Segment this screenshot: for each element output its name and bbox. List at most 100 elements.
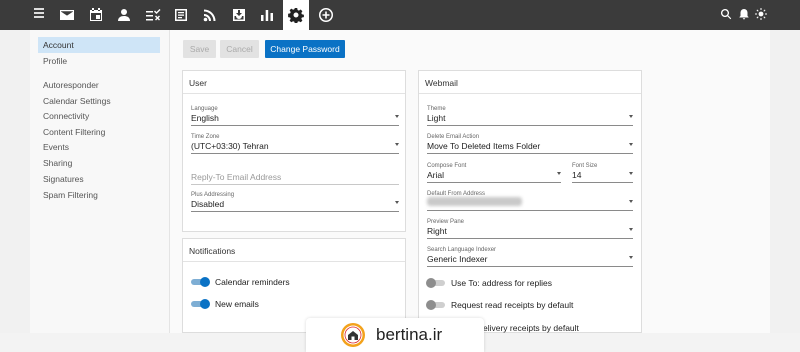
chevron-down-icon xyxy=(629,143,633,146)
reply-to-placeholder: Reply-To Email Address xyxy=(191,172,282,182)
save-button[interactable]: Save xyxy=(183,40,216,58)
brightness-icon[interactable] xyxy=(755,8,767,20)
theme-value: Light xyxy=(427,113,446,123)
search-indexer-value: Generic Indexer xyxy=(427,254,488,264)
sidebar-item-profile[interactable]: Profile xyxy=(38,53,160,69)
read-receipts-label: Request read receipts by default xyxy=(451,300,574,310)
field-underline xyxy=(427,266,633,267)
sidebar-item-content-filtering[interactable]: Content Filtering xyxy=(38,124,160,140)
language-value: English xyxy=(191,113,219,123)
sidebar-item-autoresponder[interactable]: Autoresponder xyxy=(38,77,160,93)
reports-icon[interactable] xyxy=(254,2,280,28)
language-select[interactable]: Language English xyxy=(191,106,399,128)
chevron-down-icon xyxy=(629,200,633,203)
menu-icon[interactable] xyxy=(34,8,44,18)
card-divider xyxy=(419,93,641,94)
user-card: User Language English Time Zone (UTC+03:… xyxy=(182,70,406,232)
field-underline xyxy=(427,238,633,239)
change-password-button[interactable]: Change Password xyxy=(265,40,345,58)
calendar-icon[interactable] xyxy=(83,2,109,28)
app-window: Account Profile Autoresponder Calendar S… xyxy=(0,0,800,352)
theme-label: Theme xyxy=(427,106,446,112)
language-label: Language xyxy=(191,106,218,112)
default-from-select[interactable]: Default From Address xyxy=(427,191,633,213)
font-size-label: Font Size xyxy=(572,163,598,169)
delete-action-label: Delete Email Action xyxy=(427,134,480,140)
search-indexer-select[interactable]: Search Language Indexer Generic Indexer xyxy=(427,247,633,269)
left-margin xyxy=(0,30,30,352)
delete-action-value: Move To Deleted Items Folder xyxy=(427,141,541,151)
sidebar-item-events[interactable]: Events xyxy=(38,139,160,155)
chevron-down-icon xyxy=(395,143,399,146)
delete-action-select[interactable]: Delete Email Action Move To Deleted Item… xyxy=(427,134,633,156)
chevron-down-icon xyxy=(629,172,633,175)
sidebar-item-connectivity[interactable]: Connectivity xyxy=(38,108,160,124)
bertina-logo-icon xyxy=(341,323,365,347)
timezone-select[interactable]: Time Zone (UTC+03:30) Tehran xyxy=(191,134,399,156)
chevron-down-icon xyxy=(629,256,633,259)
chevron-down-icon xyxy=(395,201,399,204)
user-card-title: User xyxy=(189,78,207,88)
bell-icon[interactable] xyxy=(738,8,750,20)
field-underline xyxy=(572,182,633,183)
use-to-address-label: Use To: address for replies xyxy=(451,278,552,288)
field-underline xyxy=(427,210,633,211)
font-size-value: 14 xyxy=(572,170,582,180)
timezone-label: Time Zone xyxy=(191,134,220,140)
new-emails-toggle[interactable] xyxy=(190,299,210,309)
reply-to-email-input[interactable]: Reply-To Email Address xyxy=(191,172,399,185)
chevron-down-icon xyxy=(557,172,561,175)
sidebar-item-sharing[interactable]: Sharing xyxy=(38,155,160,171)
sidebar-item-calendar-settings[interactable]: Calendar Settings xyxy=(38,93,160,109)
new-emails-label: New emails xyxy=(215,299,259,309)
chevron-down-icon xyxy=(629,115,633,118)
settings-icon[interactable] xyxy=(283,0,309,30)
tasks-icon[interactable] xyxy=(140,2,166,28)
watermark-badge: bertina.ir xyxy=(306,318,484,352)
compose-font-select[interactable]: Compose Font Arial xyxy=(427,163,561,185)
calendar-reminders-toggle[interactable] xyxy=(190,277,210,287)
webmail-card-title: Webmail xyxy=(425,78,458,88)
notes-icon[interactable] xyxy=(168,2,194,28)
field-underline xyxy=(191,153,399,154)
read-receipts-toggle[interactable] xyxy=(426,300,446,310)
calendar-reminders-label: Calendar reminders xyxy=(215,277,290,287)
use-to-address-toggle[interactable] xyxy=(426,278,446,288)
search-indexer-label: Search Language Indexer xyxy=(427,247,497,253)
timezone-value: (UTC+03:30) Tehran xyxy=(191,141,269,151)
card-divider xyxy=(183,93,405,94)
redacted-email-value xyxy=(427,197,522,206)
sidebar-item-spam-filtering[interactable]: Spam Filtering xyxy=(38,187,160,203)
plus-addressing-select[interactable]: Plus Addressing Disabled xyxy=(191,192,399,214)
archive-icon[interactable] xyxy=(226,2,252,28)
field-underline xyxy=(427,125,633,126)
settings-sidebar: Account Profile Autoresponder Calendar S… xyxy=(30,30,170,352)
font-size-select[interactable]: Font Size 14 xyxy=(572,163,633,185)
field-underline xyxy=(191,125,399,126)
right-margin xyxy=(770,30,800,352)
compose-font-label: Compose Font xyxy=(427,163,467,169)
toggle-knob xyxy=(426,300,436,310)
sidebar-item-account[interactable]: Account xyxy=(38,37,160,53)
add-icon[interactable] xyxy=(313,2,339,28)
toggle-knob xyxy=(200,299,210,309)
card-divider xyxy=(183,261,405,262)
field-underline xyxy=(191,184,399,185)
field-underline xyxy=(191,211,399,212)
theme-select[interactable]: Theme Light xyxy=(427,106,633,128)
rss-icon[interactable] xyxy=(197,2,223,28)
delivery-receipts-label: elivery receipts by default xyxy=(483,323,579,333)
toggle-knob xyxy=(200,277,210,287)
preview-pane-label: Preview Pane xyxy=(427,219,465,225)
cancel-button[interactable]: Cancel xyxy=(220,40,259,58)
search-icon[interactable] xyxy=(720,8,732,20)
compose-font-value: Arial xyxy=(427,170,445,180)
top-navigation-bar xyxy=(0,0,800,30)
contacts-icon[interactable] xyxy=(111,2,137,28)
preview-pane-select[interactable]: Preview Pane Right xyxy=(427,219,633,241)
plus-addressing-value: Disabled xyxy=(191,199,225,209)
sidebar-item-signatures[interactable]: Signatures xyxy=(38,171,160,187)
mail-icon[interactable] xyxy=(54,2,80,28)
watermark-text: bertina.ir xyxy=(376,325,443,344)
toggle-knob xyxy=(426,278,436,288)
